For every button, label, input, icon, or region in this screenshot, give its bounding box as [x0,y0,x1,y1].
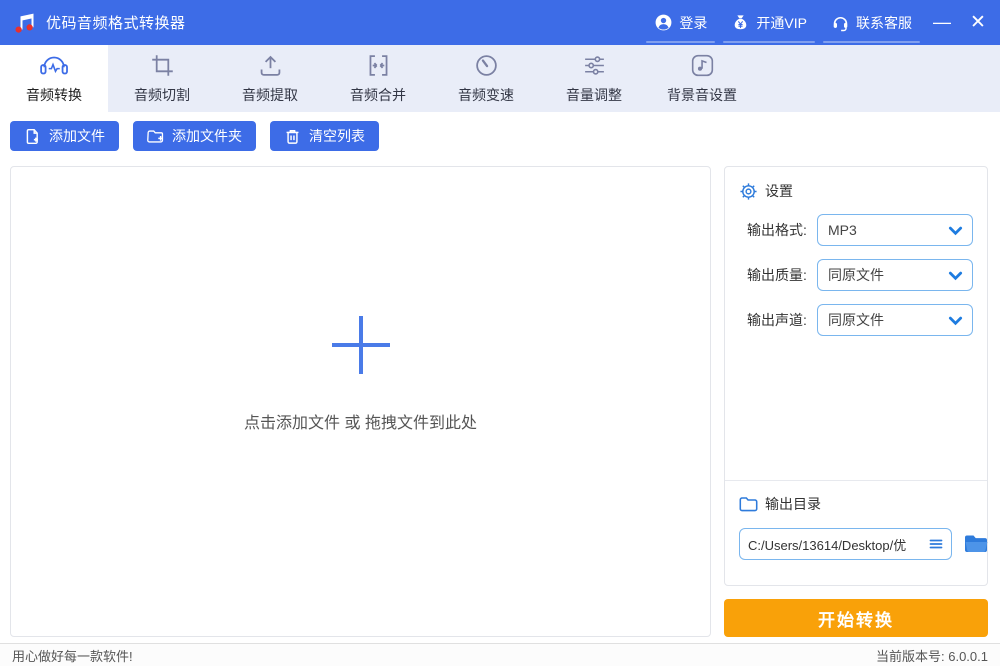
headset-icon [833,16,848,32]
tab-label: 音频提取 [242,86,298,103]
setting-row-channel: 输出声道: 同原文件 [739,304,973,336]
browse-folder-button[interactable] [963,533,989,555]
headphones-wave-icon [40,56,68,74]
settings-header: 设置 [739,181,973,201]
tab-label: 音量调整 [566,86,622,103]
add-folder-label: 添加文件夹 [172,128,242,144]
folder-outline-icon [739,496,758,511]
clear-list-label: 清空列表 [309,128,365,144]
output-directory-section: 输出目录 [725,481,988,585]
tab-background-sound[interactable]: 背景音设置 [648,45,756,112]
output-quality-value: 同原文件 [828,267,884,283]
output-quality-select[interactable]: 同原文件 [817,259,973,291]
tab-audio-merge[interactable]: 音频合并 [324,45,432,112]
output-path-row [739,528,988,560]
tab-label: 背景音设置 [667,86,737,103]
file-dropzone[interactable]: 点击添加文件 或 拖拽文件到此处 [10,166,711,637]
tab-audio-convert[interactable]: 音频转换 [0,45,108,112]
toolbar-tabs: 音频转换 音频切割 音频提取 音频合并 音频变速 音量调整 背景音设置 [0,45,1000,112]
settings-panel: 设置 输出格式: MP3 输出质量: 同原文件 输出声道: 同原文件 输出目录 … [724,166,988,586]
sliders-icon [584,55,604,75]
add-file-button[interactable]: 添加文件 [10,121,119,151]
statusbar: 用心做好每一款软件! 当前版本号: 6.0.0.1 [0,643,1000,666]
output-directory-title: 输出目录 [765,496,821,512]
tab-label: 音频合并 [350,86,406,103]
contact-support-label: 联系客服 [856,14,912,31]
settings-title: 设置 [765,183,793,199]
output-channel-select[interactable]: 同原文件 [817,304,973,336]
output-format-select[interactable]: MP3 [817,214,973,246]
login-button[interactable]: 登录 [642,0,719,45]
dropzone-inner: 点击添加文件 或 拖拽文件到此处 [244,315,477,433]
login-label: 登录 [679,14,708,31]
chevron-down-icon [948,226,963,235]
output-path-input[interactable] [748,536,924,552]
add-file-label: 添加文件 [49,128,105,144]
settings-section: 设置 输出格式: MP3 输出质量: 同原文件 输出声道: 同原文件 [725,167,987,480]
tab-audio-extract[interactable]: 音频提取 [216,45,324,112]
output-format-label: 输出格式: [747,222,807,238]
window-title: 优码音频格式转换器 [46,15,186,32]
settings-sidebar: 设置 输出格式: MP3 输出质量: 同原文件 输出声道: 同原文件 输出目录 … [724,166,988,637]
app-logo-music-note-icon [15,13,34,33]
speedometer-icon [475,54,497,76]
contact-support-button[interactable]: 联系客服 [819,0,924,45]
actions-bar: 添加文件 添加文件夹 清空列表 [0,112,1000,160]
main-content: 点击添加文件 或 拖拽文件到此处 设置 输出格式: MP3 输出质量: 同原文件… [0,160,1000,643]
tab-volume-adjust[interactable]: 音量调整 [540,45,648,112]
merge-brackets-icon [369,54,387,76]
crop-icon [151,54,173,76]
titlebar: 优码音频格式转换器 登录 开通VIP 联系客服 — ✕ [0,0,1000,45]
chevron-down-icon [948,271,963,280]
tab-label: 音频变速 [458,86,514,103]
money-bag-icon [735,15,747,30]
folder-plus-icon [147,129,164,143]
output-path-field [739,528,952,560]
tab-label: 音频转换 [26,86,82,103]
close-button[interactable]: ✕ [960,0,996,45]
open-vip-button[interactable]: 开通VIP [719,0,819,45]
tab-label: 音频切割 [134,86,190,103]
setting-row-quality: 输出质量: 同原文件 [739,259,973,291]
upload-icon [260,55,280,76]
setting-row-format: 输出格式: MP3 [739,214,973,246]
file-plus-icon [26,128,38,144]
dropzone-hint: 点击添加文件 或 拖拽文件到此处 [244,414,477,432]
minimize-button[interactable]: — [924,0,960,45]
output-channel-value: 同原文件 [828,312,884,328]
output-directory-header: 输出目录 [739,494,973,514]
folder-filled-icon [965,535,988,552]
plus-icon [331,315,390,374]
output-format-value: MP3 [828,222,857,238]
statusbar-slogan: 用心做好每一款软件! [12,648,133,664]
tab-audio-speed[interactable]: 音频变速 [432,45,540,112]
add-folder-button[interactable]: 添加文件夹 [133,121,256,151]
app-window: 优码音频格式转换器 登录 开通VIP 联系客服 — ✕ 音频转换 音频切割 音频… [0,0,1000,666]
start-convert-button[interactable]: 开始转换 [724,599,988,637]
hamburger-menu-icon[interactable] [928,536,944,552]
tab-audio-cut[interactable]: 音频切割 [108,45,216,112]
music-note-square-icon [691,54,713,76]
clear-list-button[interactable]: 清空列表 [270,121,379,151]
output-channel-label: 输出声道: [747,312,807,328]
statusbar-version: 当前版本号: 6.0.0.1 [876,648,988,664]
user-icon [656,14,672,31]
trash-icon [286,129,299,144]
gear-icon [740,182,757,200]
open-vip-label: 开通VIP [756,14,807,31]
chevron-down-icon [948,316,963,325]
output-quality-label: 输出质量: [747,267,807,283]
